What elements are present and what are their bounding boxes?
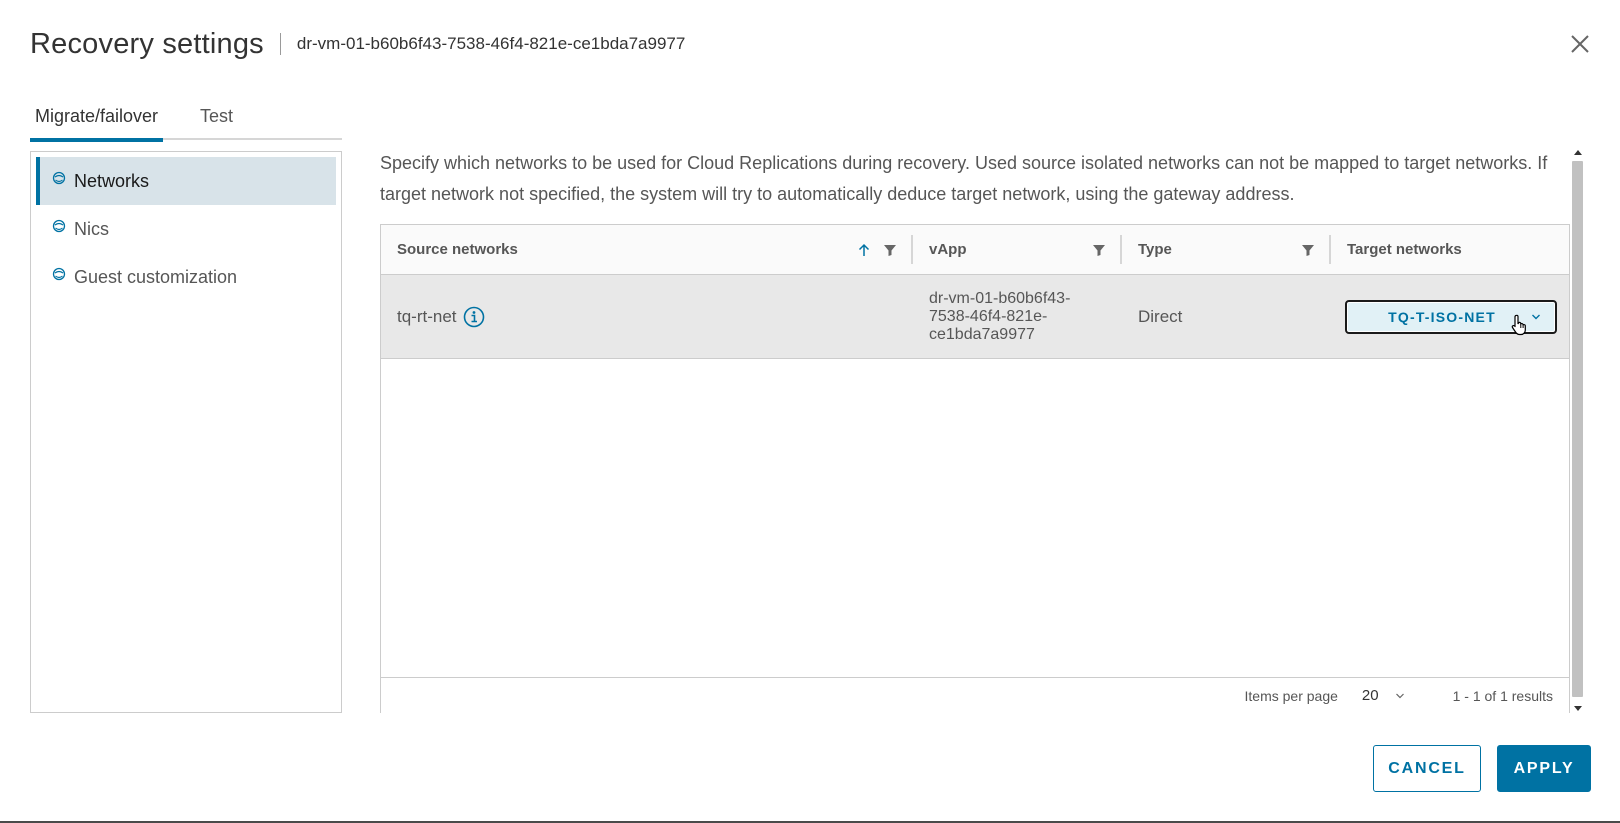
datagrid-footer: Items per page 20 1 - 1 of 1 results xyxy=(381,677,1569,713)
chevron-down-icon xyxy=(1532,314,1540,319)
column-target-networks[interactable]: Target networks xyxy=(1331,225,1569,274)
network-icon xyxy=(52,219,66,233)
cancel-button[interactable]: CANCEL xyxy=(1373,745,1481,792)
cell-source-network: tq-rt-net xyxy=(381,306,913,328)
target-network-value: TQ-T-ISO-NET xyxy=(1388,308,1496,325)
cell-target-network: TQ-T-ISO-NET xyxy=(1331,299,1569,335)
hand-pointer-icon xyxy=(1511,314,1526,335)
filter-icon[interactable] xyxy=(1301,243,1315,257)
column-tools xyxy=(857,225,897,274)
settings-nav: Networks Nics Guest customization xyxy=(30,151,342,713)
column-source-networks[interactable]: Source networks xyxy=(381,225,913,274)
datagrid-header: Source networks vApp Type Target network… xyxy=(381,225,1569,275)
pagination-results: 1 - 1 of 1 results xyxy=(1452,687,1553,704)
column-label: vApp xyxy=(929,241,967,258)
dialog-header: Recovery settings dr-vm-01-b60b6f43-7538… xyxy=(30,24,685,64)
vm-name: dr-vm-01-b60b6f43-7538-46f4-821e-ce1bda7… xyxy=(296,34,686,53)
dialog-title: Recovery settings xyxy=(30,27,264,60)
nav-item-nics[interactable]: Nics xyxy=(36,205,336,253)
items-per-page-value: 20 xyxy=(1361,687,1379,704)
nav-item-label: Guest customization xyxy=(74,266,238,287)
nav-item-label: Networks xyxy=(74,170,150,191)
networks-datagrid: Source networks vApp Type Target network… xyxy=(380,224,1570,713)
filter-icon[interactable] xyxy=(883,243,897,257)
column-label: Type xyxy=(1138,241,1172,258)
cell-vapp: dr-vm-01-b60b6f43- 7538-46f4-821e- ce1bd… xyxy=(929,289,1071,343)
network-icon xyxy=(52,267,66,281)
info-icon[interactable] xyxy=(463,306,485,328)
sort-ascending-icon[interactable] xyxy=(857,243,871,257)
apply-button[interactable]: APPLY xyxy=(1497,745,1591,792)
tab-test[interactable]: Test xyxy=(195,104,238,140)
nav-item-networks[interactable]: Networks xyxy=(36,157,336,205)
column-type[interactable]: Type xyxy=(1122,225,1331,274)
items-per-page-select[interactable]: 20 xyxy=(1362,687,1405,704)
close-icon[interactable] xyxy=(1568,32,1592,56)
scroll-down-arrow-icon[interactable] xyxy=(1574,706,1582,711)
networks-description: Specify which networks to be used for Cl… xyxy=(380,153,1548,204)
source-network-name: tq-rt-net xyxy=(397,306,457,326)
nav-item-label: Nics xyxy=(74,218,109,239)
cell-type: Direct xyxy=(1138,306,1183,326)
tab-bar: Migrate/failover Test xyxy=(30,104,342,142)
content-scrollbar[interactable] xyxy=(1570,148,1585,713)
column-vapp[interactable]: vApp xyxy=(913,225,1122,274)
scroll-up-arrow-icon[interactable] xyxy=(1574,150,1582,155)
networks-panel: Specify which networks to be used for Cl… xyxy=(380,148,1575,713)
chevron-down-icon xyxy=(1395,693,1404,698)
nav-item-guest-customization[interactable]: Guest customization xyxy=(36,253,336,301)
column-label: Source networks xyxy=(397,241,518,258)
column-label: Target networks xyxy=(1347,241,1462,258)
tab-migrate-failover[interactable]: Migrate/failover xyxy=(30,104,164,142)
scroll-thumb[interactable] xyxy=(1572,161,1583,697)
column-tools xyxy=(1092,225,1106,274)
table-row[interactable]: tq-rt-net dr-vm-01-b60b6f43- 7538-46f4-8… xyxy=(381,275,1569,359)
column-tools xyxy=(1301,225,1315,274)
filter-icon[interactable] xyxy=(1092,243,1106,257)
target-network-dropdown[interactable]: TQ-T-ISO-NET xyxy=(1345,299,1557,335)
title-divider xyxy=(279,33,281,55)
recovery-settings-dialog: Recovery settings dr-vm-01-b60b6f43-7538… xyxy=(0,0,1620,823)
network-icon xyxy=(52,171,66,185)
items-per-page-label: Items per page xyxy=(1244,687,1338,704)
